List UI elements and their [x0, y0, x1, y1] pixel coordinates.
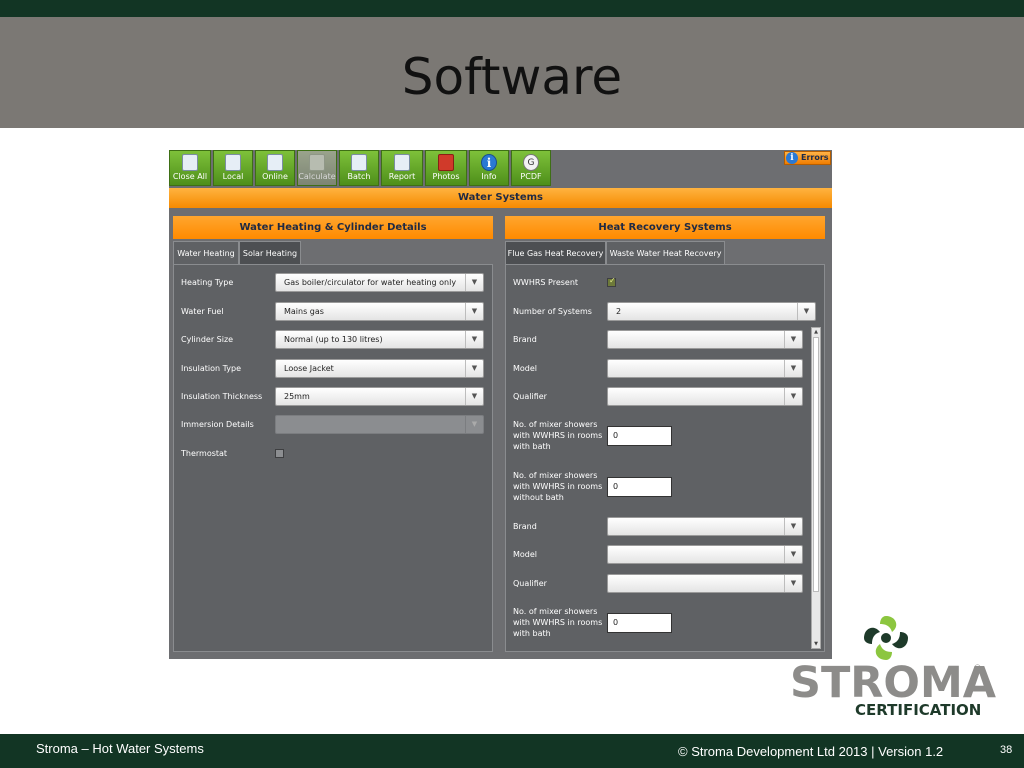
- app-window: Close All Local Online Calculate Batch R…: [169, 150, 832, 659]
- vertical-scrollbar[interactable]: ▲ ▼: [811, 327, 821, 649]
- heat-recovery-panel: Heat Recovery Systems Flue Gas Heat Reco…: [505, 216, 825, 652]
- showers-with-bath-input[interactable]: 0: [607, 426, 672, 446]
- water-fuel-label: Water Fuel: [181, 307, 224, 316]
- photos-button[interactable]: Photos: [425, 150, 467, 186]
- model-dropdown[interactable]: ▼: [607, 359, 803, 378]
- insulation-type-dropdown[interactable]: Loose Jacket ▼: [275, 359, 484, 378]
- scroll-up-icon[interactable]: ▲: [812, 328, 820, 336]
- chevron-down-icon: ▼: [465, 303, 483, 320]
- tab-solar-heating[interactable]: Solar Heating: [239, 241, 301, 265]
- batch-icon: [351, 154, 367, 171]
- errors-button[interactable]: i Errors: [784, 151, 831, 165]
- model-label: Model: [513, 364, 538, 373]
- cylinder-size-label: Cylinder Size: [181, 335, 234, 344]
- insulation-thickness-dropdown[interactable]: 25mm ▼: [275, 387, 484, 406]
- logo-subtitle: CERTIFICATION: [855, 701, 982, 719]
- chevron-down-icon: ▼: [784, 518, 802, 535]
- showers-with-bath-label-2: No. of mixer showers with WWHRS in rooms…: [513, 607, 603, 638]
- chevron-down-icon: ▼: [465, 416, 483, 433]
- top-band: [0, 0, 1024, 17]
- tab-flue-gas-heat-recovery[interactable]: Flue Gas Heat Recovery: [505, 241, 606, 265]
- local-button[interactable]: Local: [213, 150, 253, 186]
- thermostat-checkbox[interactable]: [275, 449, 284, 458]
- qualifier-label: Qualifier: [513, 392, 547, 401]
- page-number: 38: [1000, 744, 1013, 756]
- qualifier-dropdown[interactable]: ▼: [607, 387, 803, 406]
- chevron-down-icon: ▼: [784, 575, 802, 592]
- scroll-down-icon[interactable]: ▼: [812, 640, 820, 648]
- scroll-thumb[interactable]: [813, 337, 819, 592]
- chevron-down-icon: ▼: [465, 388, 483, 405]
- footer-title: Stroma – Hot Water Systems: [36, 741, 204, 756]
- left-panel-body: Heating Type Gas boiler/circulator for w…: [173, 264, 493, 652]
- heating-type-label: Heating Type: [181, 278, 234, 287]
- chevron-down-icon: ▼: [784, 546, 802, 563]
- close-all-button[interactable]: Close All: [169, 150, 211, 186]
- insulation-type-label: Insulation Type: [181, 364, 242, 373]
- logo-registered-mark: ®: [973, 664, 982, 674]
- stroma-logo-icon: [864, 616, 908, 660]
- insulation-thickness-label: Insulation Thickness: [181, 392, 263, 401]
- slide-title: Software: [401, 48, 623, 106]
- showers-with-bath-label: No. of mixer showers with WWHRS in rooms…: [513, 420, 603, 451]
- water-heating-panel: Water Heating & Cylinder Details Water H…: [173, 216, 493, 652]
- wwhrs-present-checkbox[interactable]: ✓: [607, 276, 616, 287]
- immersion-details-dropdown[interactable]: ▼: [275, 415, 484, 434]
- batch-button[interactable]: Batch: [339, 150, 379, 186]
- left-tabs: Water Heating Solar Heating: [173, 241, 493, 265]
- panel-header: Heat Recovery Systems: [505, 216, 825, 239]
- info-icon: i: [481, 154, 497, 171]
- qualifier-label-2: Qualifier: [513, 579, 547, 588]
- number-of-systems-dropdown[interactable]: 2 ▼: [607, 302, 816, 321]
- panel-header: Water Heating & Cylinder Details: [173, 216, 493, 239]
- tab-waste-water-heat-recovery[interactable]: Waste Water Heat Recovery: [606, 241, 725, 265]
- brand-dropdown-2[interactable]: ▼: [607, 517, 803, 536]
- immersion-details-label: Immersion Details: [181, 420, 254, 429]
- showers-without-bath-label: No. of mixer showers with WWHRS in rooms…: [513, 471, 603, 502]
- chevron-down-icon: ▼: [465, 331, 483, 348]
- save-online-icon: [267, 154, 283, 171]
- footer: Stroma – Hot Water Systems © Stroma Deve…: [0, 734, 1024, 768]
- wwhrs-present-label: WWHRS Present: [513, 278, 579, 287]
- showers-without-bath-input[interactable]: 0: [607, 477, 672, 497]
- right-panel-body: WWHRS Present ✓ Number of Systems 2 ▼ Br…: [505, 264, 825, 652]
- right-tabs: Flue Gas Heat Recovery Waste Water Heat …: [505, 241, 825, 265]
- pcdf-icon: G: [523, 154, 539, 171]
- model-dropdown-2[interactable]: ▼: [607, 545, 803, 564]
- pcdf-button[interactable]: G PCDF: [511, 150, 551, 186]
- report-icon: [394, 154, 410, 171]
- heating-type-dropdown[interactable]: Gas boiler/circulator for water heating …: [275, 273, 484, 292]
- chevron-down-icon: ▼: [784, 331, 802, 348]
- toolbar: Close All Local Online Calculate Batch R…: [169, 150, 832, 188]
- model-label-2: Model: [513, 550, 538, 559]
- online-button[interactable]: Online: [255, 150, 295, 186]
- chevron-down-icon: ▼: [465, 360, 483, 377]
- calculator-icon: [309, 154, 325, 171]
- thermostat-label: Thermostat: [181, 449, 228, 458]
- chevron-down-icon: ▼: [465, 274, 483, 291]
- chevron-down-icon: ▼: [797, 303, 815, 320]
- brand-label-2: Brand: [513, 522, 537, 531]
- qualifier-dropdown-2[interactable]: ▼: [607, 574, 803, 593]
- brand-dropdown[interactable]: ▼: [607, 330, 803, 349]
- footer-copyright: © Stroma Development Ltd 2013 | Version …: [678, 744, 944, 759]
- chevron-down-icon: ▼: [784, 388, 802, 405]
- info-icon: i: [786, 152, 798, 164]
- chevron-down-icon: ▼: [784, 360, 802, 377]
- cylinder-size-dropdown[interactable]: Normal (up to 130 litres) ▼: [275, 330, 484, 349]
- showers-with-bath-input-2[interactable]: 0: [607, 613, 672, 633]
- brand-label: Brand: [513, 335, 537, 344]
- tab-water-heating[interactable]: Water Heating: [173, 241, 239, 265]
- photos-icon: [438, 154, 454, 171]
- info-button[interactable]: i Info: [469, 150, 509, 186]
- close-all-icon: [182, 154, 198, 171]
- report-button[interactable]: Report: [381, 150, 423, 186]
- calculate-button[interactable]: Calculate: [297, 150, 337, 186]
- errors-label: Errors: [801, 153, 829, 162]
- section-title: Water Systems: [169, 188, 832, 208]
- save-local-icon: [225, 154, 241, 171]
- check-icon: ✓: [609, 276, 616, 285]
- number-of-systems-label: Number of Systems: [513, 307, 592, 316]
- water-fuel-dropdown[interactable]: Mains gas ▼: [275, 302, 484, 321]
